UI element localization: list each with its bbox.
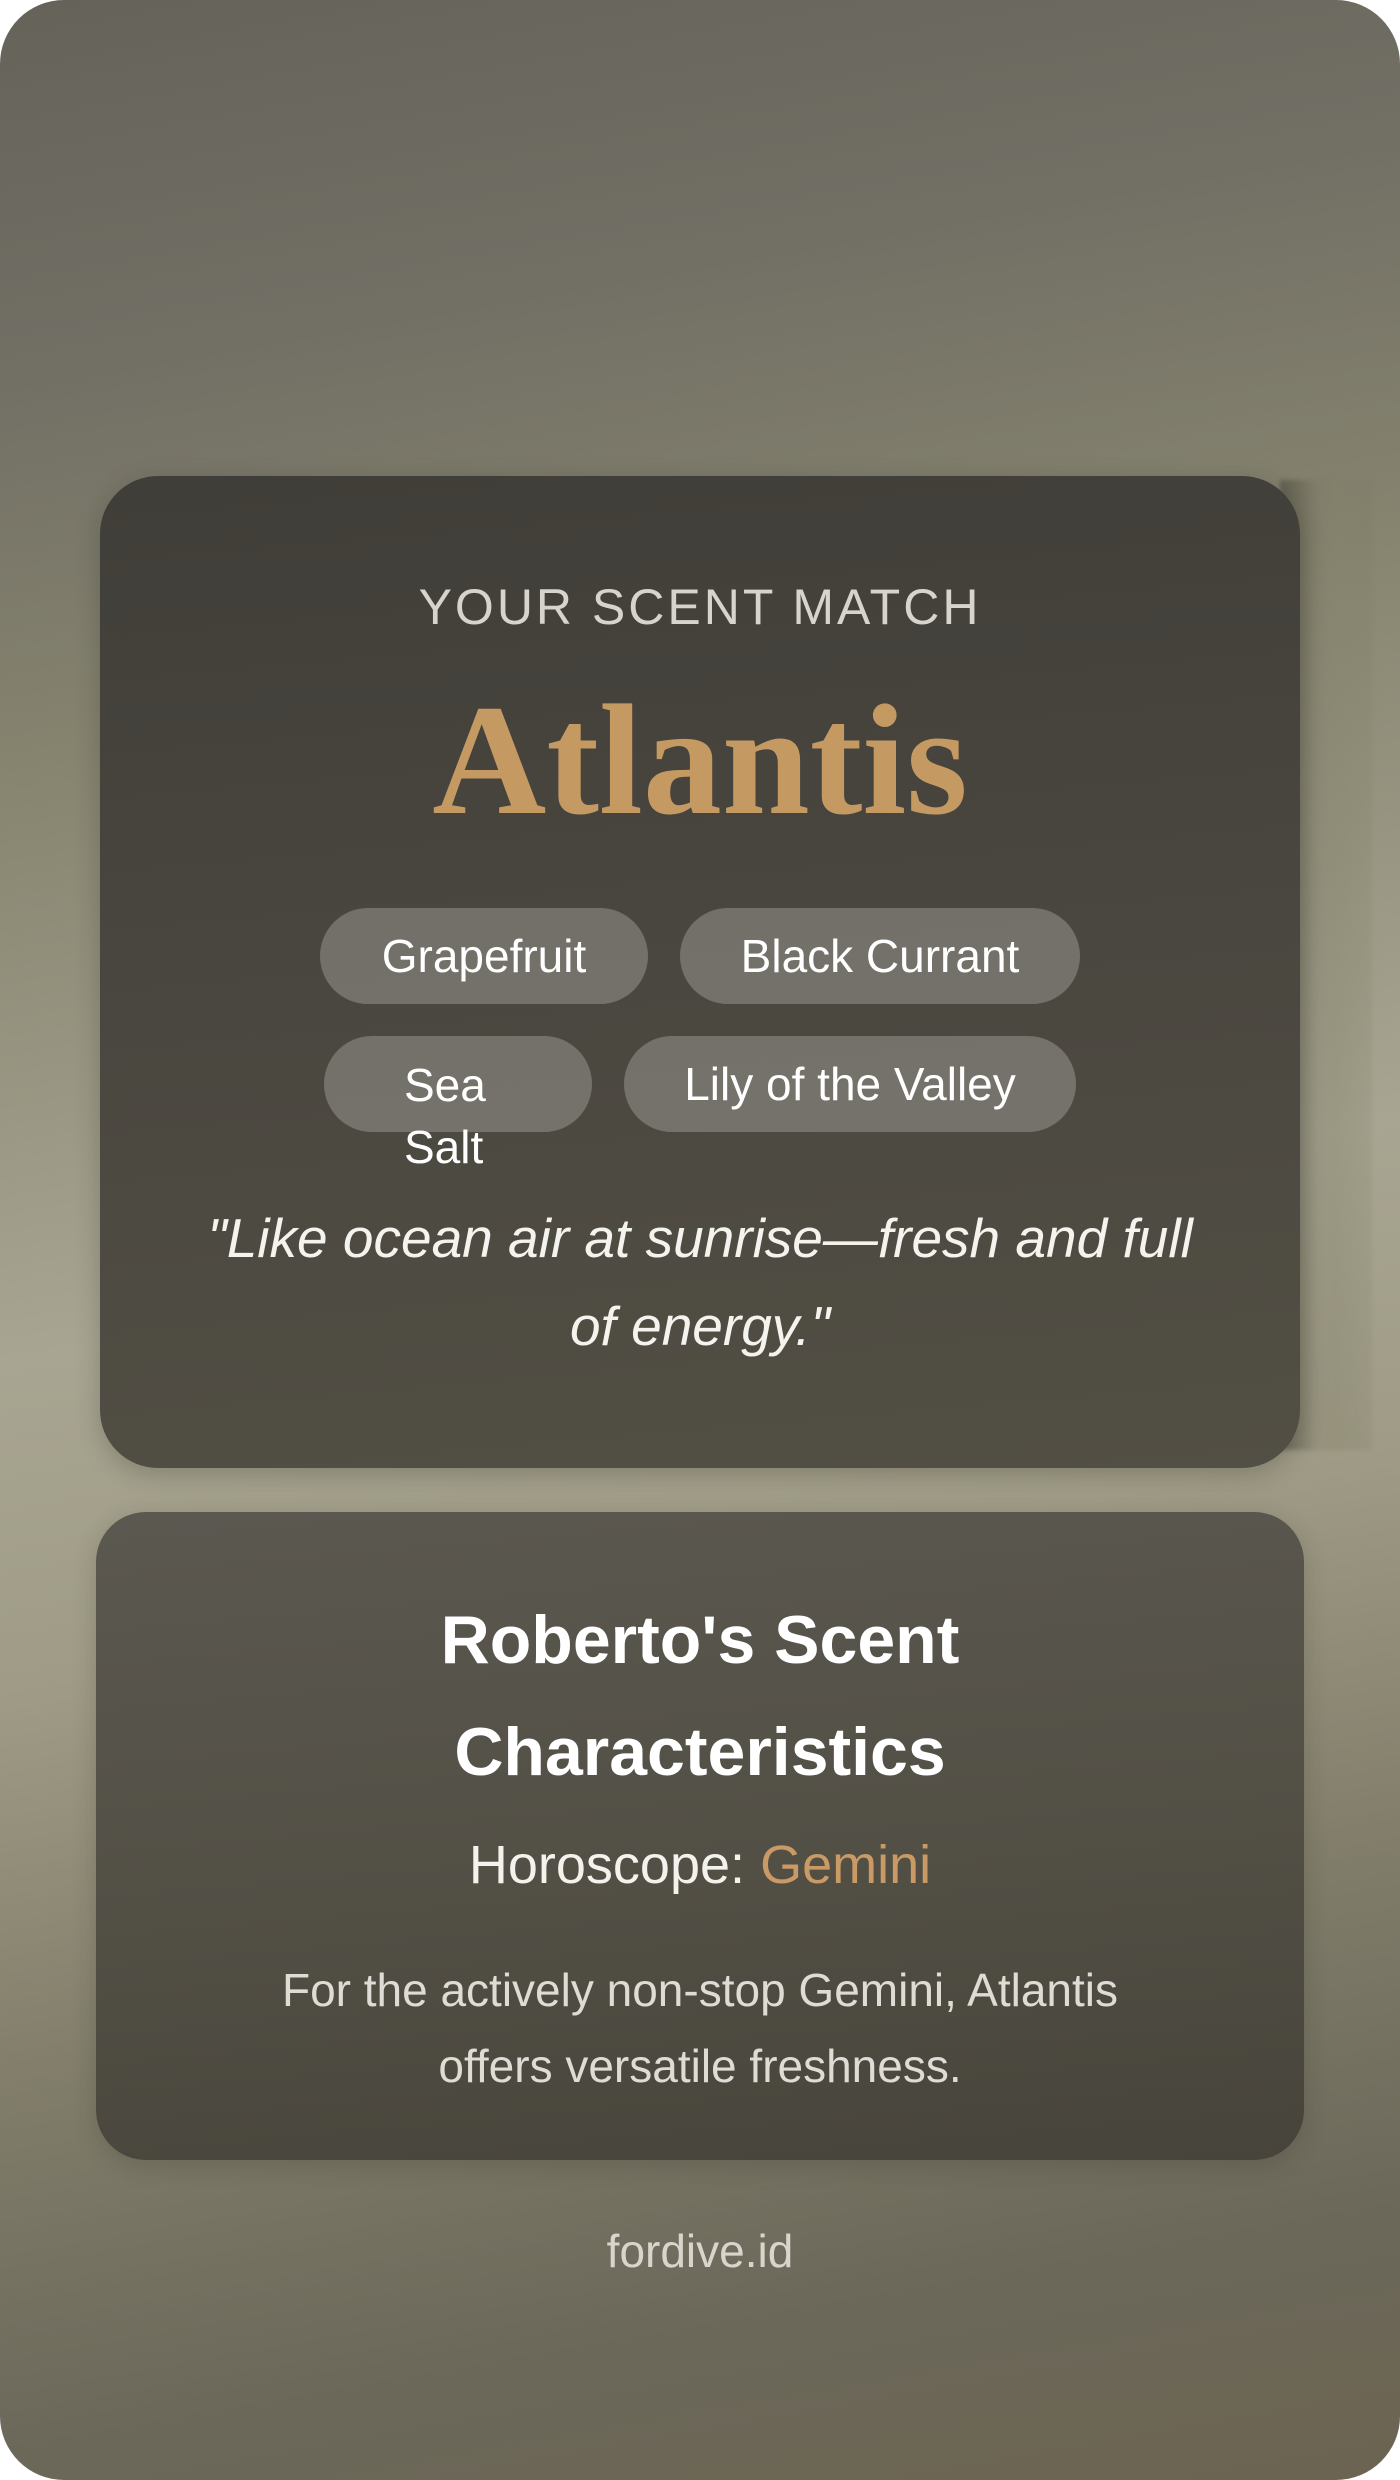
scent-match-eyebrow: YOUR SCENT MATCH (418, 579, 982, 635)
characteristics-description: For the actively non-stop Gemini, Atlant… (281, 1964, 1119, 2092)
scent-match-card: YOUR SCENT MATCH Atlantis Grapefruit Bla… (100, 476, 1300, 1468)
horoscope-line: Horoscope: Gemini (96, 1834, 1304, 1896)
horoscope-sign: Gemini (760, 1835, 932, 1895)
note-pill-black-currant: Black Currant (680, 908, 1080, 1004)
note-pill-sea-salt: Sea Salt (324, 1036, 592, 1173)
scent-quote: "Like ocean air at sunrise—fresh and ful… (207, 1207, 1193, 1357)
scent-characteristics-card: Roberto's Scent Characteristics Horoscop… (96, 1512, 1304, 2160)
characteristics-title: Roberto's Scent Characteristics (440, 1602, 960, 1790)
note-pill-grapefruit: Grapefruit (320, 908, 648, 1004)
horoscope-label: Horoscope: (468, 1835, 746, 1895)
note-pill-lily-of-the-valley: Lily of the Valley (624, 1036, 1076, 1132)
footer-brand-link[interactable]: fordive.id (0, 2224, 1400, 2278)
note-pill-sea-salt-label: Sea Salt (404, 1059, 486, 1173)
scent-name-title: Atlantis (432, 673, 968, 848)
app-screen: YOUR SCENT MATCH Atlantis Grapefruit Bla… (0, 0, 1400, 2480)
